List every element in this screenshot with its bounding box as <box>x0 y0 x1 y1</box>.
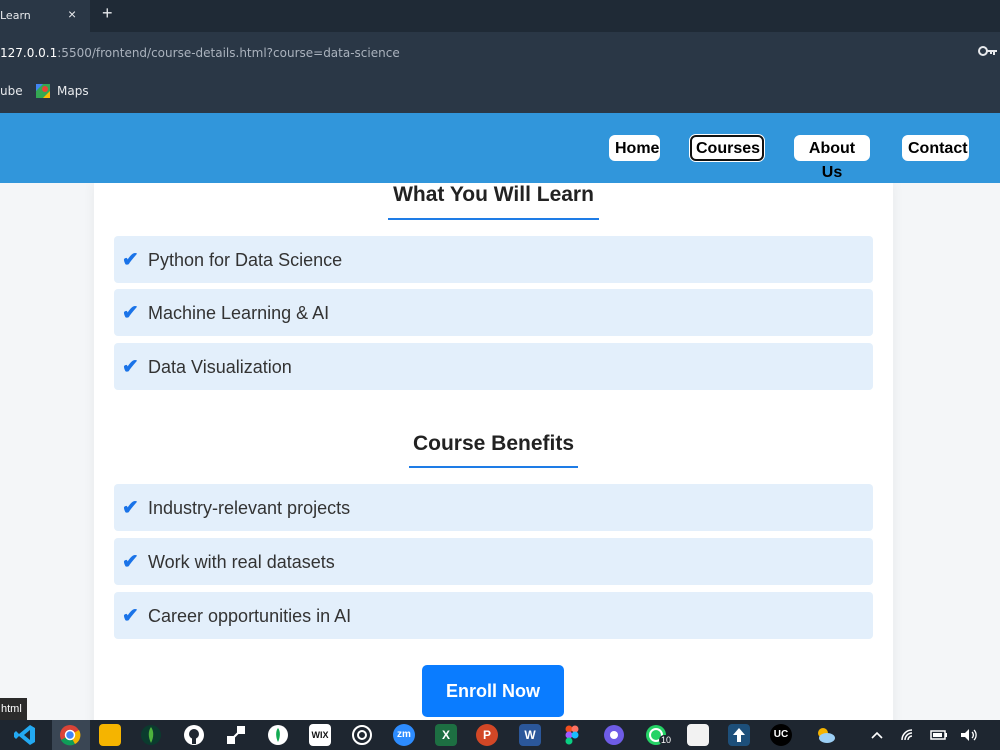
learn-item: ✔ Data Visualization <box>114 343 873 390</box>
zoom-icon[interactable]: zm <box>393 724 415 746</box>
word-icon[interactable]: W <box>519 724 541 746</box>
close-tab-icon[interactable]: × <box>68 6 76 22</box>
wix-icon[interactable]: WIX <box>309 724 331 746</box>
url-text[interactable]: 127.0.0.1:5500/frontend/course-details.h… <box>0 46 400 60</box>
check-icon: ✔ <box>122 356 139 378</box>
nav-home[interactable]: Home <box>609 135 660 161</box>
nav-contact[interactable]: Contact <box>902 135 969 161</box>
url-path: :5500/frontend/course-details.html?cours… <box>57 46 400 60</box>
notes-app-icon[interactable] <box>687 724 709 746</box>
check-icon: ✔ <box>122 497 139 519</box>
battery-icon[interactable] <box>928 724 950 746</box>
learn-item: ✔ Machine Learning & AI <box>114 289 873 336</box>
status-tooltip: html <box>0 698 27 720</box>
learn-item-text: Data Visualization <box>148 357 292 377</box>
mongodb-compass-icon[interactable] <box>267 724 289 746</box>
benefits-section-title: Course Benefits <box>412 432 575 455</box>
site-header: Home Courses About Us Contact <box>0 113 1000 183</box>
weather-icon <box>818 728 835 743</box>
excel-icon[interactable]: X <box>435 724 457 746</box>
mongodb-icon[interactable] <box>140 724 162 746</box>
maps-icon <box>36 84 50 98</box>
benefit-item-text: Career opportunities in AI <box>148 606 352 626</box>
check-icon: ✔ <box>122 605 139 627</box>
vscode-icon[interactable] <box>14 724 36 746</box>
tab-title: Learn <box>0 9 31 22</box>
bookmark-youtube[interactable]: ube <box>0 84 23 98</box>
learn-title-underline <box>388 218 599 220</box>
wifi-icon[interactable] <box>898 724 920 746</box>
upload-app-icon[interactable] <box>728 724 750 746</box>
learn-section-title: What You Will Learn <box>393 183 594 206</box>
benefit-item: ✔ Industry-relevant projects <box>114 484 873 531</box>
bookmark-maps[interactable]: Maps <box>57 84 89 98</box>
bolt-app-icon[interactable] <box>99 724 121 746</box>
browser-tab[interactable]: Learn × <box>0 0 90 32</box>
course-details-card: What You Will Learn ✔ Python for Data Sc… <box>94 183 893 720</box>
enroll-now-button[interactable]: Enroll Now <box>422 665 564 717</box>
browser-tab-bar: Learn × + <box>0 0 1000 32</box>
page-content: What You Will Learn ✔ Python for Data Sc… <box>0 183 1000 720</box>
chevron-up-icon[interactable] <box>866 724 888 746</box>
check-icon: ✔ <box>122 551 139 573</box>
bookmarks-bar: ube Maps <box>0 72 1000 113</box>
learn-item: ✔ Python for Data Science <box>114 236 873 283</box>
check-icon: ✔ <box>122 302 139 324</box>
benefit-item-text: Work with real datasets <box>148 552 335 572</box>
address-bar[interactable]: 127.0.0.1:5500/frontend/course-details.h… <box>0 32 1000 72</box>
volume-icon[interactable] <box>958 724 980 746</box>
learn-item-text: Python for Data Science <box>148 250 343 270</box>
nav-courses[interactable]: Courses <box>690 135 764 161</box>
os-taskbar: WIX zm X P W 10 UC <box>0 720 1000 750</box>
chrome-icon[interactable] <box>59 724 81 746</box>
whatsapp-badge: 10 <box>659 735 674 745</box>
benefits-title-underline <box>409 466 578 468</box>
learn-item-text: Machine Learning & AI <box>148 303 330 323</box>
check-icon: ✔ <box>122 249 139 271</box>
nav-about-us[interactable]: About Us <box>794 135 870 181</box>
figma-icon[interactable] <box>561 724 583 746</box>
network-app-icon[interactable] <box>225 724 247 746</box>
password-key-icon[interactable] <box>978 44 998 58</box>
benefit-item-text: Industry-relevant projects <box>148 498 351 518</box>
url-host: 127.0.0.1 <box>0 46 58 60</box>
github-icon[interactable] <box>183 724 205 746</box>
benefit-item: ✔ Work with real datasets <box>114 538 873 585</box>
uc-browser-icon[interactable]: UC <box>770 724 792 746</box>
gear-app-icon[interactable] <box>603 724 625 746</box>
benefit-item: ✔ Career opportunities in AI <box>114 592 873 639</box>
new-tab-icon[interactable]: + <box>102 3 113 24</box>
powerpoint-icon[interactable]: P <box>476 724 498 746</box>
openai-icon[interactable] <box>351 724 373 746</box>
